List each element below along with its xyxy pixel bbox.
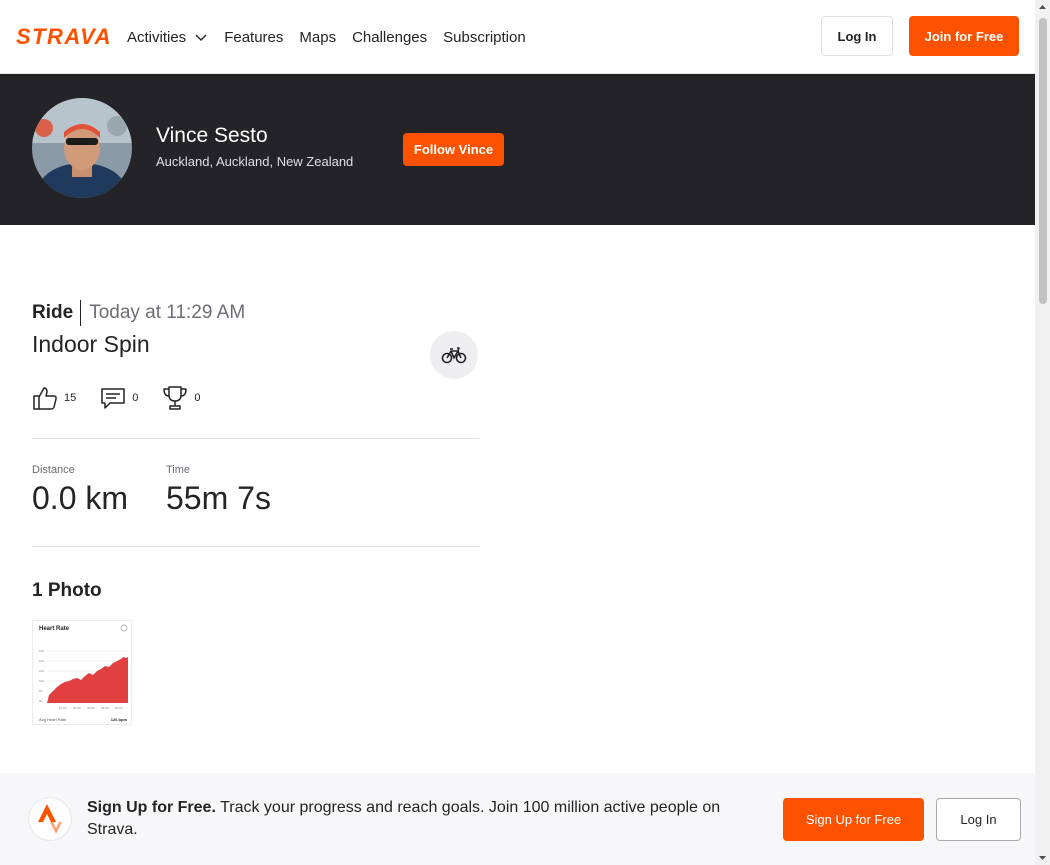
photo-footer-label: Avg Heart Rate bbox=[39, 717, 67, 722]
scrollbar-thumb[interactable] bbox=[1039, 18, 1047, 304]
join-for-free-button[interactable]: Join for Free bbox=[909, 16, 1019, 56]
stat-distance: Distance 0.0 km bbox=[32, 464, 128, 517]
activity-type: Ride bbox=[32, 300, 82, 326]
activity-header: Ride Today at 11:29 AM bbox=[32, 300, 245, 326]
svg-text:120: 120 bbox=[39, 669, 44, 673]
svg-text:40:00: 40:00 bbox=[101, 706, 109, 710]
strava-logo[interactable]: STRAVA bbox=[16, 26, 112, 46]
nav-subscription[interactable]: Subscription bbox=[443, 29, 526, 46]
athlete-location: Auckland, Auckland, New Zealand bbox=[156, 154, 354, 169]
bike-icon bbox=[441, 347, 467, 364]
nav-features[interactable]: Features bbox=[224, 29, 283, 46]
scroll-up-arrow-icon[interactable] bbox=[1038, 3, 1047, 12]
stat-label: Time bbox=[166, 464, 191, 476]
nav-maps[interactable]: Maps bbox=[299, 29, 336, 46]
svg-text:80: 80 bbox=[39, 689, 43, 693]
svg-text:50:00: 50:00 bbox=[115, 706, 123, 710]
achievements-button[interactable]: 0 bbox=[162, 385, 201, 411]
page-scrollbar[interactable] bbox=[1035, 0, 1050, 865]
chevron-down-icon bbox=[195, 34, 207, 41]
comment-icon bbox=[101, 388, 125, 409]
thumbs-up-icon bbox=[33, 387, 57, 410]
svg-text:STRAVA: STRAVA bbox=[16, 26, 111, 46]
athlete-avatar[interactable] bbox=[32, 98, 132, 198]
strava-mark-icon bbox=[29, 798, 71, 840]
svg-text:10:00: 10:00 bbox=[59, 706, 67, 710]
activity-date: Today at 11:29 AM bbox=[89, 302, 246, 323]
sign-up-button[interactable]: Sign Up for Free bbox=[783, 798, 924, 841]
svg-text:160: 160 bbox=[39, 649, 44, 653]
stat-time: Time 55m 7s bbox=[166, 464, 271, 517]
comments-button[interactable]: 0 bbox=[100, 385, 138, 411]
signup-lead: Sign Up for Free. bbox=[87, 799, 216, 816]
comments-count: 0 bbox=[132, 392, 139, 404]
photos-title: 1 Photo bbox=[32, 580, 102, 601]
kudos-count: 15 bbox=[64, 392, 77, 404]
svg-text:140: 140 bbox=[39, 659, 44, 663]
stat-value: 0.0 km bbox=[32, 480, 129, 516]
svg-text:30:00: 30:00 bbox=[87, 706, 95, 710]
scroll-down-arrow-icon[interactable] bbox=[1038, 853, 1047, 862]
svg-text:100: 100 bbox=[39, 679, 44, 683]
athlete-header: Vince Sesto Auckland, Auckland, New Zeal… bbox=[0, 74, 1035, 225]
login-button[interactable]: Log In bbox=[821, 16, 893, 56]
photo-thumbnail[interactable]: Heart Rate 160 140 120 100 80 60 10:00 20:00 3… bbox=[32, 620, 132, 725]
sport-type-badge bbox=[430, 331, 478, 379]
nav-challenges[interactable]: Challenges bbox=[352, 29, 427, 46]
nav-activities-dropdown[interactable]: Activities bbox=[127, 29, 208, 46]
trophy-icon bbox=[163, 386, 188, 410]
nav-links: Activities Features Maps Challenges Subs… bbox=[127, 0, 542, 74]
svg-text:20:00: 20:00 bbox=[73, 706, 81, 710]
nav-activities-label: Activities bbox=[127, 28, 187, 46]
social-stats: 15 0 0 bbox=[32, 384, 225, 412]
signup-message: Sign Up for Free. Track your progress an… bbox=[87, 797, 757, 841]
photo-title: Heart Rate bbox=[39, 626, 70, 632]
divider bbox=[32, 546, 479, 547]
achievements-count: 0 bbox=[194, 392, 201, 404]
stat-value: 55m 7s bbox=[166, 480, 271, 516]
photo-footer-value: 126 bpm bbox=[111, 717, 128, 722]
divider bbox=[32, 438, 479, 439]
stat-label: Distance bbox=[32, 464, 75, 476]
top-navigation: STRAVA Activities Features Maps Challeng… bbox=[0, 0, 1035, 74]
follow-button[interactable]: Follow Vince bbox=[403, 133, 504, 166]
footer-login-button[interactable]: Log In bbox=[936, 798, 1021, 841]
athlete-name[interactable]: Vince Sesto bbox=[156, 124, 268, 148]
svg-text:60: 60 bbox=[39, 699, 43, 703]
kudos-button[interactable]: 15 bbox=[32, 385, 76, 411]
signup-banner: Sign Up for Free. Track your progress an… bbox=[0, 773, 1035, 865]
activity-title: Indoor Spin bbox=[32, 331, 150, 357]
